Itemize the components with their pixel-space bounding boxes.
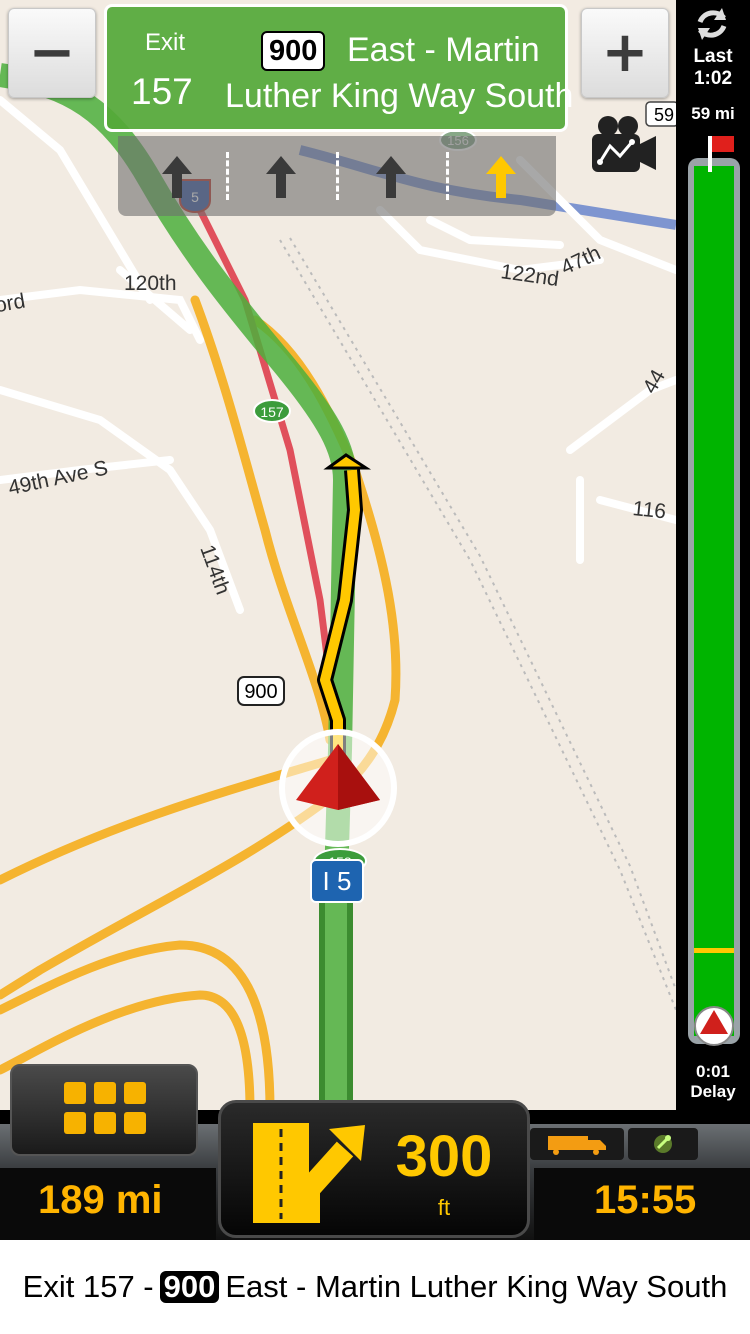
lane-divider bbox=[226, 152, 229, 200]
zoom-in-label: + bbox=[601, 20, 649, 85]
grid-menu-icon-cell bbox=[94, 1112, 116, 1134]
exit-label: Exit bbox=[145, 29, 186, 56]
last-update-value: 1:02 bbox=[693, 68, 733, 89]
next-maneuver-panel[interactable]: 300 ft bbox=[218, 1100, 530, 1238]
lane-divider bbox=[446, 152, 449, 200]
zoom-out-label: − bbox=[28, 20, 76, 85]
instruction-exit-text: Exit 157 - bbox=[22, 1269, 154, 1304]
delay-label: Delay bbox=[690, 1082, 736, 1101]
trip-progress-panel: Last 1:02 59 mi 0:01 Delay bbox=[676, 0, 750, 1110]
street-label-120th: 120th bbox=[124, 272, 177, 295]
lane-straight-arrow-icon bbox=[266, 156, 296, 198]
lane-active-arrow-icon bbox=[486, 156, 516, 198]
grid-menu-icon-cell bbox=[94, 1082, 116, 1104]
route-900-label: 900 bbox=[244, 681, 277, 703]
street-label-ord: ord bbox=[0, 289, 27, 317]
grid-menu-icon bbox=[64, 1082, 86, 1104]
exit-157-label: 157 bbox=[260, 404, 284, 420]
clock: 15:55 bbox=[594, 1178, 697, 1222]
lane-guidance bbox=[118, 136, 556, 216]
next-maneuver-unit: ft bbox=[437, 1195, 451, 1220]
interstate-label-text: I 5 bbox=[323, 866, 352, 896]
zoom-in-button[interactable]: + bbox=[581, 8, 669, 98]
current-position-icon bbox=[694, 1006, 734, 1046]
current-position-marker bbox=[279, 729, 397, 847]
keep-right-turn-icon bbox=[253, 1123, 365, 1223]
grid-menu-icon-cell bbox=[124, 1082, 146, 1104]
sync-icon[interactable] bbox=[692, 4, 732, 44]
exit-destination-line2: Luther King Way South bbox=[225, 77, 574, 115]
progress-bar bbox=[694, 166, 734, 1036]
grid-menu-icon-cell bbox=[64, 1112, 86, 1134]
grid-menu-icon-cell bbox=[124, 1112, 146, 1134]
street-label-49th-ave: 49th Ave S bbox=[6, 456, 110, 500]
last-update-label: Last bbox=[693, 46, 733, 67]
zoom-out-button[interactable]: − bbox=[8, 8, 96, 98]
total-distance: 59 mi bbox=[691, 104, 735, 123]
gps-satellite-icon[interactable] bbox=[628, 1128, 698, 1160]
truck-icon[interactable] bbox=[530, 1128, 624, 1160]
interstate-label-badge: I 5 bbox=[310, 859, 364, 903]
destination-flag-icon bbox=[708, 136, 734, 172]
route-camera-icon[interactable] bbox=[586, 112, 662, 180]
exit-destination-line1: East - Martin bbox=[347, 31, 540, 69]
next-maneuver-distance: 300 bbox=[395, 1124, 493, 1189]
instruction-route-shield: 900 bbox=[159, 1271, 220, 1303]
lane-straight-arrow-icon bbox=[376, 156, 406, 198]
planned-route bbox=[0, 63, 358, 1110]
map-view[interactable]: 157 156 5 900 158 I 5 59 120th ord bbox=[0, 0, 676, 1110]
street-label-47th: 47th bbox=[557, 241, 604, 279]
exit-sign: Exit 157 900 East - Martin Luther King W… bbox=[104, 4, 573, 132]
lane-straight-arrow-icon bbox=[162, 156, 192, 198]
exit-number: 157 bbox=[131, 71, 193, 112]
delay-marker bbox=[694, 948, 734, 953]
instruction-bar: Exit 157 - 900 East - Martin Luther King… bbox=[0, 1240, 750, 1334]
street-label-116: 116 bbox=[631, 497, 667, 523]
delay-value: 0:01 bbox=[695, 1062, 731, 1081]
exit-157-marker: 157 bbox=[253, 399, 291, 423]
instruction-destination: East - Martin Luther King Way South bbox=[225, 1269, 728, 1304]
route-shield: 900 bbox=[261, 31, 326, 71]
route-900-shield: 900 bbox=[237, 676, 285, 706]
grid-menu-button[interactable] bbox=[10, 1064, 198, 1156]
remaining-distance[interactable]: 189 mi bbox=[38, 1178, 163, 1223]
lane-divider bbox=[336, 152, 339, 200]
